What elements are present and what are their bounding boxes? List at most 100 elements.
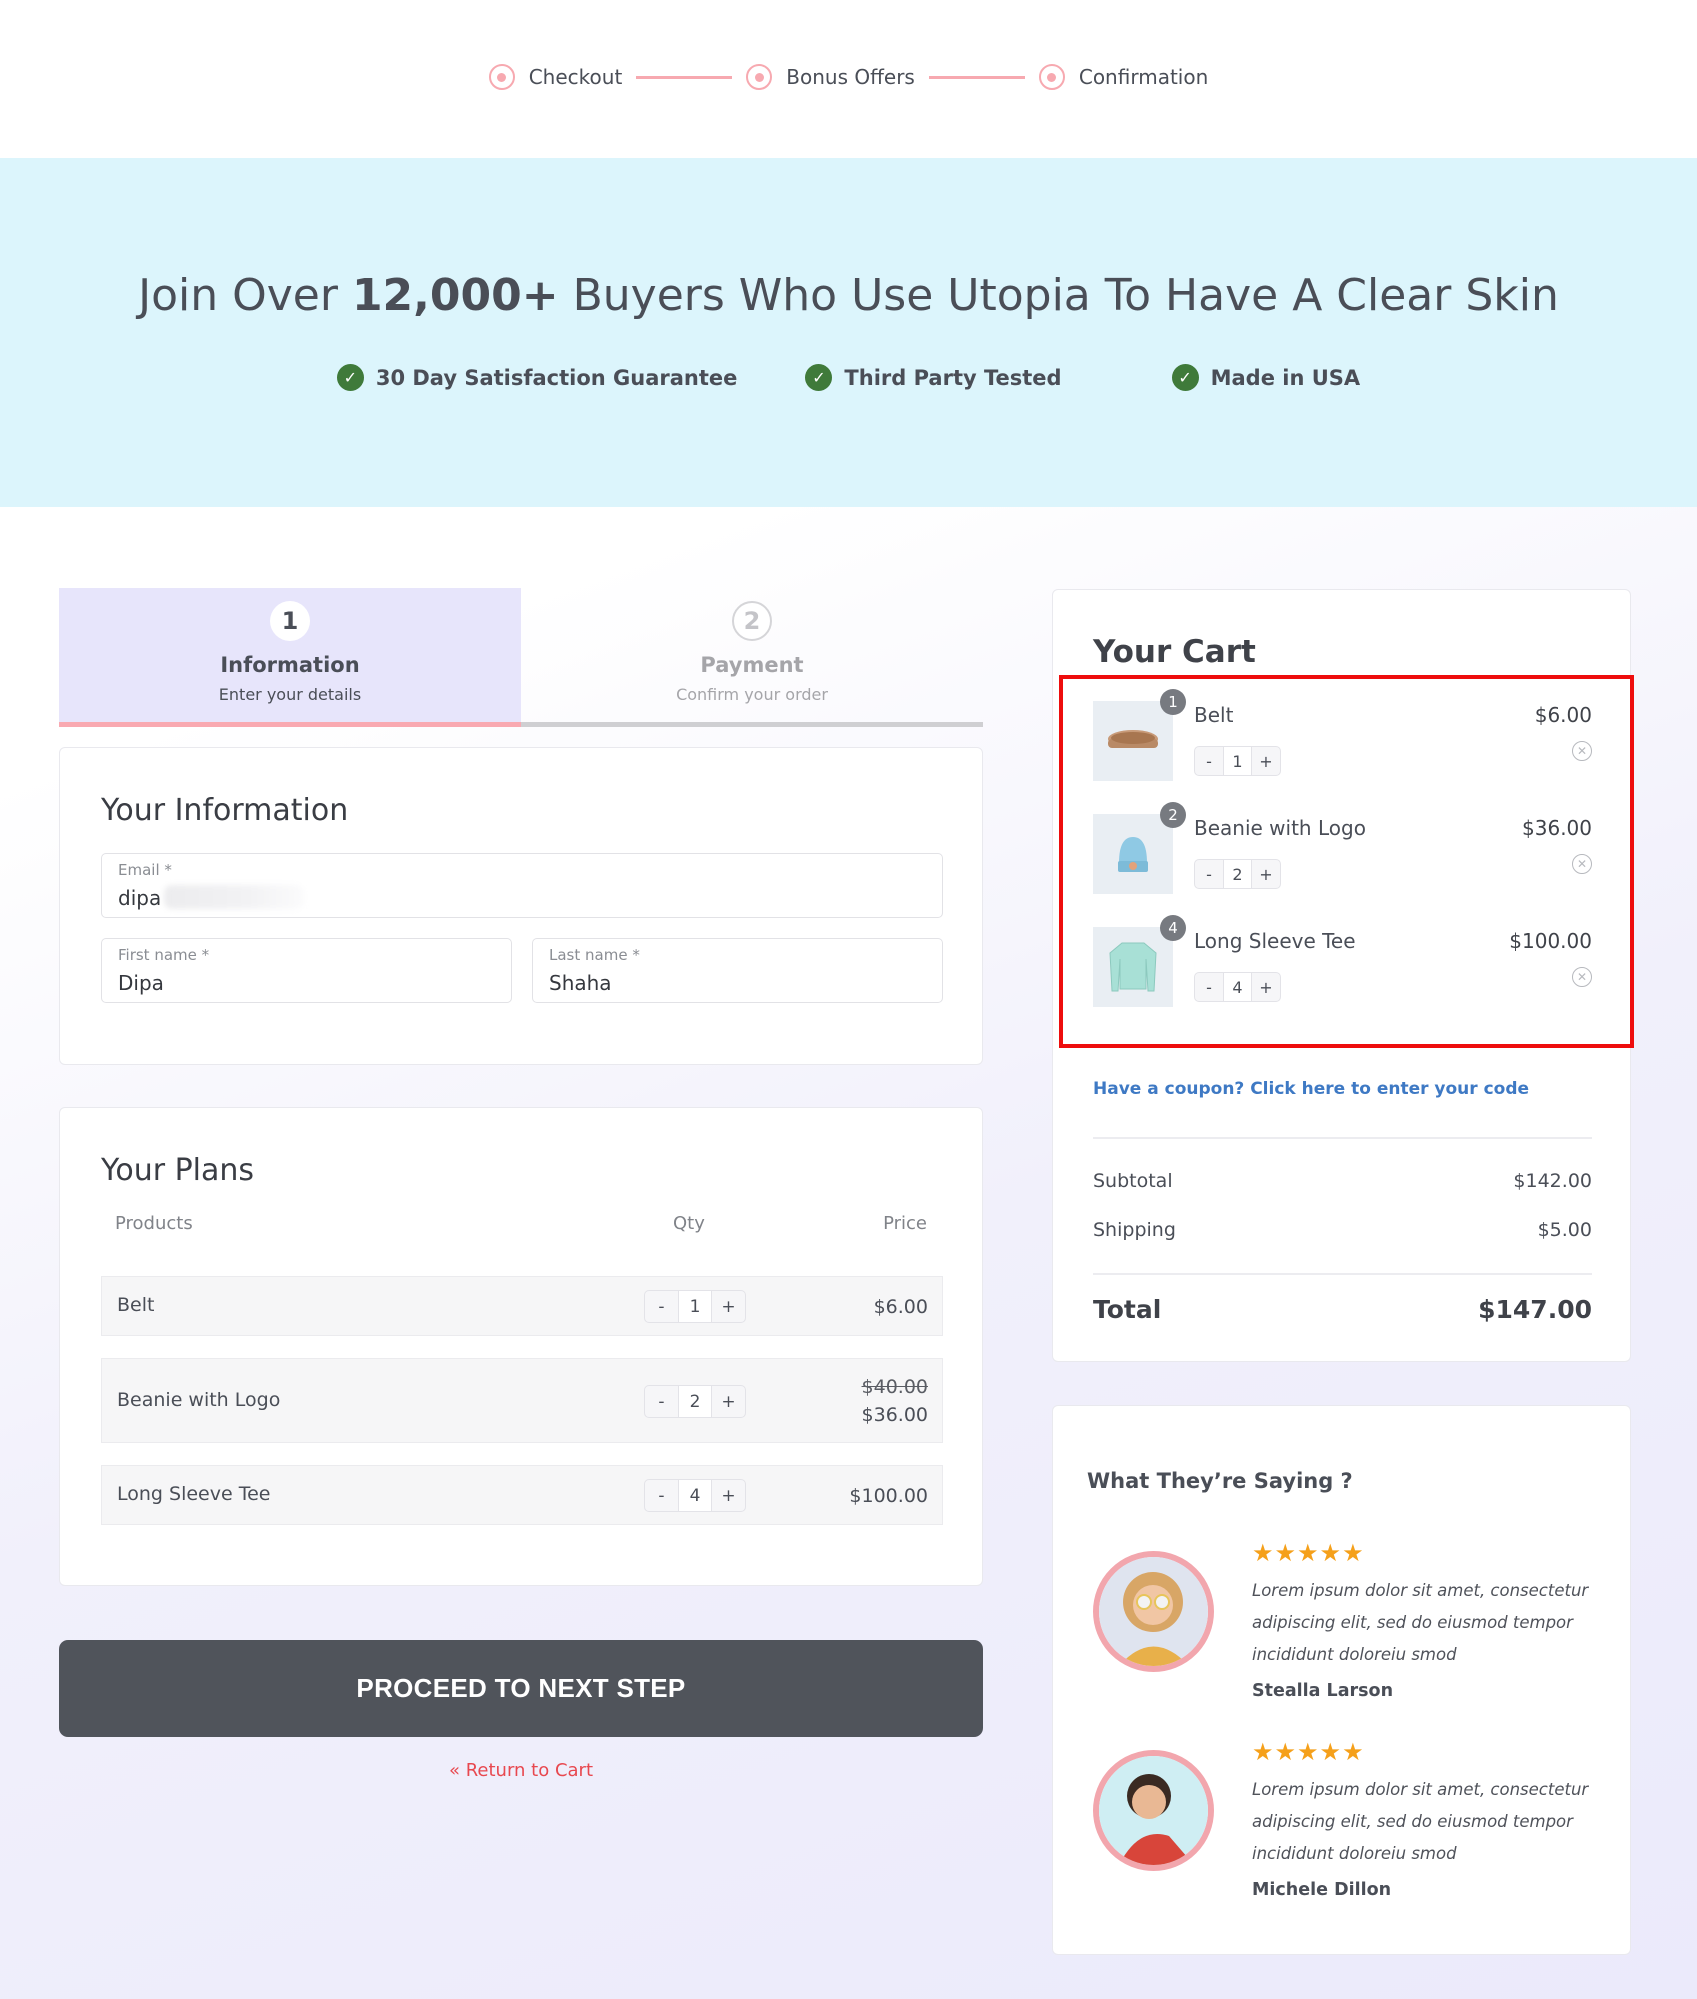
increase-qty-button[interactable]: + [712,1480,745,1511]
decrease-qty-button[interactable]: - [1195,973,1223,1001]
tab-subtitle: Confirm your order [676,685,828,704]
quantity-stepper: - 1 + [644,1290,746,1323]
subtotal-label: Subtotal [1093,1170,1173,1192]
belt-image [1093,701,1173,781]
your-cart-card: Your Cart 1 Belt $6.00 - 1 + ✕ 2 Beanie … [1052,589,1634,1362]
proceed-to-next-step-button[interactable]: PROCEED TO NEXT STEP [59,1640,983,1737]
check-circle-icon: ✓ [336,364,364,391]
increase-qty-button[interactable]: + [712,1386,745,1417]
beanie-image [1093,814,1173,894]
decrease-qty-button[interactable]: - [1195,747,1223,775]
testimonials-title: What They’re Saying ? [1087,1469,1353,1493]
quantity-badge: 4 [1160,915,1186,941]
email-field[interactable]: Email * [101,853,943,918]
testimonial-text: Lorem ipsum dolor sit amet, consectetur … [1252,1780,1589,1863]
headline-highlight: 12,000+ [351,270,559,321]
divider [1093,1273,1592,1275]
qty-value[interactable]: 1 [678,1291,712,1322]
testimonial-author: Stealla Larson [1252,1681,1394,1701]
progress-step-label: Confirmation [1078,65,1209,89]
qty-value[interactable]: 2 [1223,860,1252,888]
progress-step-label: Checkout [528,65,623,89]
remove-item-icon[interactable]: ✕ [1572,741,1592,761]
quantity-stepper: - 1 + [1194,746,1281,776]
decrease-qty-button[interactable]: - [1195,860,1223,888]
progress-connector [928,75,1025,79]
decrease-qty-button[interactable]: - [645,1291,678,1322]
shipping-label: Shipping [1093,1219,1176,1241]
divider [1093,1137,1592,1139]
qty-value[interactable]: 4 [1223,973,1252,1001]
quantity-stepper: - 2 + [644,1385,746,1418]
product-price: $6.00 [873,1296,928,1318]
return-to-cart-link[interactable]: « Return to Cart [59,1760,983,1781]
radio-dot-icon [488,64,515,90]
quantity-badge: 2 [1160,802,1186,828]
your-information-card: Your Information Email * First name * La… [59,747,983,1065]
tab-title: Information [220,653,360,677]
progress-step-checkout: Checkout [488,64,623,90]
cart-item-price: $6.00 [1534,703,1592,727]
column-header-qty: Qty [673,1213,705,1234]
decrease-qty-button[interactable]: - [645,1386,678,1417]
increase-qty-button[interactable]: + [1252,973,1280,1001]
first-name-label: First name * [118,946,210,964]
step-number: 2 [732,601,772,641]
trust-badges: ✓ 30 Day Satisfaction Guarantee ✓ Third … [0,364,1697,391]
remove-item-icon[interactable]: ✕ [1572,854,1592,874]
table-row: Beanie with Logo - 2 + $40.00 $36.00 [101,1358,943,1443]
progress-step-confirmation: Confirmation [1038,64,1209,90]
section-title: Your Information [101,793,349,828]
your-plans-card: Your Plans Products Qty Price Belt - 1 +… [59,1107,983,1586]
qty-value[interactable]: 1 [1223,747,1252,775]
qty-value[interactable]: 2 [678,1386,712,1417]
testimonial-author: Michele Dillon [1252,1880,1392,1900]
cart-item-price: $36.00 [1522,816,1592,840]
tab-payment[interactable]: 2 Payment Confirm your order [521,588,983,722]
tab-information[interactable]: 1 Information Enter your details [59,588,521,722]
increase-qty-button[interactable]: + [712,1291,745,1322]
cart-item-name: Beanie with Logo [1194,816,1366,840]
trust-badge: ✓ 30 Day Satisfaction Guarantee [336,364,738,391]
increase-qty-button[interactable]: + [1252,860,1280,888]
original-price: $40.00 [861,1376,928,1398]
quantity-stepper: - 4 + [1194,972,1281,1002]
product-price: $36.00 [861,1404,928,1426]
subtotal-row: Subtotal $142.00 [1093,1170,1592,1192]
check-circle-icon: ✓ [1171,364,1199,391]
redacted-email [164,885,304,909]
headline-text: Join Over [138,270,352,321]
product-price-block: $40.00 $36.00 [862,1373,928,1429]
product-name: Long Sleeve Tee [117,1483,271,1505]
avatar [1093,1750,1214,1871]
quantity-stepper: - 4 + [644,1479,746,1512]
decrease-qty-button[interactable]: - [645,1480,678,1511]
tab-indicator-inactive [521,722,983,727]
remove-item-icon[interactable]: ✕ [1572,967,1592,987]
long-sleeve-tee-image [1093,927,1173,1007]
first-name-input[interactable] [118,971,446,995]
first-name-field[interactable]: First name * [101,938,512,1003]
quantity-badge: 1 [1160,689,1186,715]
progress-step-label: Bonus Offers [786,65,915,89]
testimonials-card: What They’re Saying ? ★★★★★ Lorem ipsum … [1052,1405,1631,1955]
progress-connector [636,75,733,79]
trust-badge-label: Third Party Tested [844,365,1062,390]
last-name-input[interactable] [549,971,877,995]
cart-item: 1 Belt $6.00 - 1 + ✕ [1093,689,1592,781]
checkout-tabs: 1 Information Enter your details 2 Payme… [59,588,983,727]
increase-qty-button[interactable]: + [1252,747,1280,775]
quantity-stepper: - 2 + [1194,859,1281,889]
trust-badge-label: Made in USA [1210,365,1361,390]
trust-badge-label: 30 Day Satisfaction Guarantee [375,365,738,390]
cart-item: 2 Beanie with Logo $36.00 - 2 + ✕ [1093,802,1592,894]
check-circle-icon: ✓ [805,364,833,391]
coupon-link[interactable]: Have a coupon? Click here to enter your … [1093,1079,1529,1099]
checkout-progress: Checkout Bonus Offers Confirmation [0,60,1697,94]
tab-subtitle: Enter your details [218,685,362,704]
total-value: $147.00 [1478,1295,1592,1324]
cart-item-name: Belt [1194,703,1234,727]
hero-headline: Join Over 12,000+ Buyers Who Use Utopia … [0,270,1697,321]
last-name-field[interactable]: Last name * [532,938,943,1003]
qty-value[interactable]: 4 [678,1480,712,1511]
